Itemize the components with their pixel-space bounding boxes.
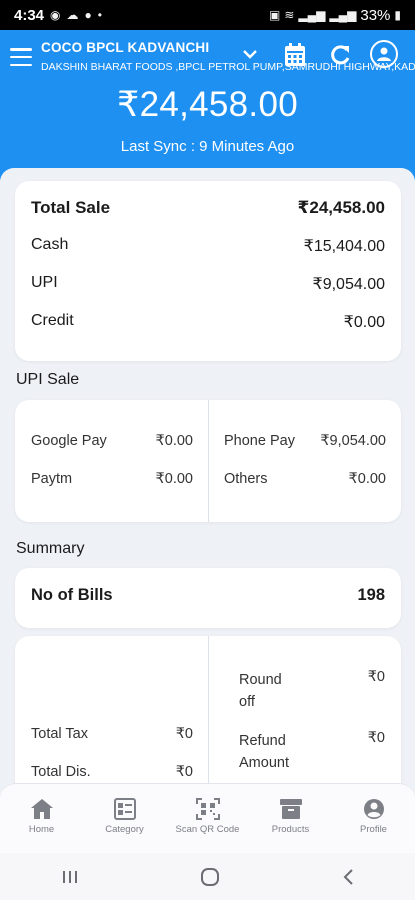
cloud-icon: ☁ [66, 8, 79, 22]
bills-row: No of Bills 198 [31, 586, 385, 605]
summary-title: Summary [16, 540, 85, 557]
total-dis-label: Total Dis. [31, 764, 91, 780]
category-icon [113, 798, 136, 820]
status-time: 4:34 [14, 6, 45, 24]
bills-card: No of Bills 198 [15, 568, 401, 628]
total-tax-cell: Total Tax ₹0 [31, 726, 193, 742]
google-pay-label: Google Pay [31, 433, 107, 449]
paytm-cell: Paytm ₹0.00 [31, 471, 193, 487]
total-sale-label: Total Sale [31, 198, 111, 217]
store-subtitle: DAKSHIN BHARAT FOODS ,BPCL PETROL PUMP,S… [41, 61, 415, 73]
qr-code-icon [195, 798, 220, 820]
app-header: COCO BPCL KADVANCHI DAKSHIN BHARAT FOODS… [0, 30, 415, 180]
chevron-down-icon[interactable] [240, 42, 260, 66]
others-label: Others [224, 471, 268, 487]
home-icon [30, 799, 53, 819]
nav-scan-label: Scan QR Code [175, 824, 240, 835]
google-pay-value: ₹0.00 [155, 433, 193, 449]
alarm-icon: ▣ [269, 8, 281, 22]
back-icon[interactable] [341, 868, 355, 886]
nav-category-label: Category [105, 824, 144, 835]
menu-icon[interactable] [10, 48, 32, 66]
signal-icon: ▂▄▆ [298, 8, 326, 22]
upi-row: UPI ₹9,054.00 [31, 274, 385, 294]
credit-value: ₹0.00 [343, 314, 385, 331]
chat-icon: ● [84, 8, 92, 22]
refund-label-line2: Amount [239, 755, 289, 771]
cash-row: Cash ₹15,404.00 [31, 236, 385, 256]
total-tax-value: ₹0 [175, 726, 193, 742]
refund-cell: Refund Amount ₹0 [239, 730, 385, 774]
bills-label: No of Bills [31, 586, 113, 604]
total-tax-label: Total Tax [31, 726, 88, 742]
nav-products[interactable]: Products [249, 784, 332, 853]
nav-profile[interactable]: Profile [332, 784, 415, 853]
total-amount: ₹24,458.00 [117, 85, 298, 124]
others-cell: Others ₹0.00 [224, 471, 386, 487]
phone-pay-cell: Phone Pay ₹9,054.00 [224, 433, 386, 449]
upi-sale-card: Google Pay ₹0.00 Phone Pay ₹9,054.00 Pay… [15, 400, 401, 522]
nav-products-label: Products [271, 824, 310, 835]
divider [208, 400, 209, 522]
products-icon [279, 799, 302, 819]
nav-home-label: Home [28, 824, 55, 835]
total-dis-value: ₹0 [175, 764, 193, 780]
paytm-value: ₹0.00 [155, 471, 193, 487]
phone-pay-value: ₹9,054.00 [320, 433, 386, 449]
round-off-cell: Round off ₹0 [239, 669, 385, 713]
refund-value: ₹0 [367, 730, 385, 746]
nav-home[interactable]: Home [0, 784, 83, 853]
nav-category[interactable]: Category [83, 784, 166, 853]
google-pay-cell: Google Pay ₹0.00 [31, 433, 193, 449]
refund-label: Refund Amount [239, 730, 289, 774]
round-off-label: Round off [239, 669, 282, 713]
upi-label: UPI [31, 274, 58, 291]
recent-apps-icon[interactable] [61, 869, 79, 885]
round-off-value: ₹0 [367, 669, 385, 685]
credit-row: Credit ₹0.00 [31, 312, 385, 332]
phone-pay-label: Phone Pay [224, 433, 295, 449]
total-sale-row: Total Sale ₹24,458.00 [31, 198, 385, 218]
content-panel: Total Sale ₹24,458.00 Cash ₹15,404.00 UP… [0, 168, 415, 816]
refund-label-line1: Refund [239, 733, 286, 749]
profile-icon [363, 799, 384, 819]
round-off-label-line1: Round [239, 672, 282, 688]
status-bar: 4:34 ◉ ☁ ● • ▣ ≋ ▂▄▆ ▂▄▆ 33% ▮ [0, 0, 415, 30]
others-value: ₹0.00 [348, 471, 386, 487]
battery-percent: 33% [360, 6, 391, 24]
dot-icon: • [97, 8, 102, 22]
home-button-icon[interactable] [200, 867, 220, 887]
total-dis-cell: Total Dis. ₹0 [31, 764, 193, 780]
cash-value: ₹15,404.00 [303, 238, 385, 255]
avatar-icon[interactable] [370, 40, 398, 68]
totals-card: Total Sale ₹24,458.00 Cash ₹15,404.00 UP… [15, 181, 401, 361]
bottom-nav: Home Category Scan QR Code Products Prof… [0, 783, 415, 853]
credit-label: Credit [31, 312, 74, 329]
refresh-icon[interactable] [328, 42, 352, 68]
battery-icon: ▮ [394, 8, 401, 22]
total-sale-value: ₹24,458.00 [297, 198, 385, 217]
signal-icon-2: ▂▄▆ [329, 8, 357, 22]
upi-sale-title: UPI Sale [16, 371, 80, 388]
calendar-icon[interactable] [283, 42, 307, 68]
bills-value: 198 [357, 586, 385, 604]
wifi-icon: ≋ [284, 8, 295, 22]
whatsapp-icon: ◉ [50, 8, 61, 22]
round-off-label-line2: off [239, 694, 255, 710]
store-name: COCO BPCL KADVANCHI [41, 40, 210, 55]
paytm-label: Paytm [31, 471, 73, 487]
system-nav-bar [0, 853, 415, 900]
nav-scan[interactable]: Scan QR Code [166, 784, 249, 853]
cash-label: Cash [31, 236, 69, 253]
last-sync: Last Sync : 9 Minutes Ago [120, 138, 295, 155]
upi-value: ₹9,054.00 [312, 276, 385, 293]
nav-profile-label: Profile [360, 824, 387, 835]
